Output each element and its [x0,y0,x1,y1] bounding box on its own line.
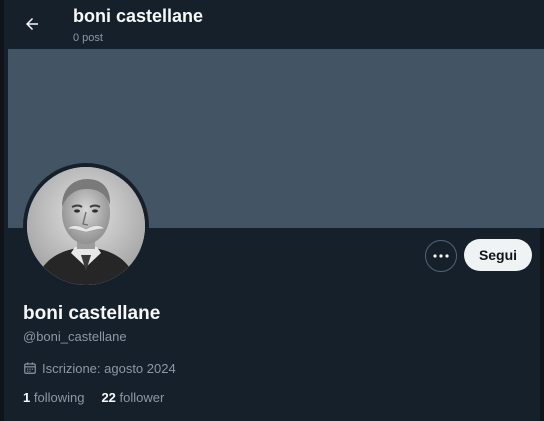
follow-stats: 1 following 22 follower [23,390,164,405]
following-count: 1 [23,390,31,405]
profile-handle: @boni_castellane [23,329,127,344]
more-options-button[interactable] [425,240,457,272]
page-title: boni castellane [73,6,204,26]
join-date-text: Iscrizione: agosto 2024 [42,360,176,376]
more-dots-icon [433,254,449,258]
following-link[interactable]: 1 following [23,390,84,405]
post-count: 0 post [73,32,103,44]
profile-photo [27,167,145,285]
calendar-icon [24,362,36,374]
back-button[interactable] [18,10,46,38]
followers-link[interactable]: 22 follower [101,390,164,405]
follow-button[interactable]: Segui [464,239,532,271]
avatar[interactable] [23,163,149,289]
arrow-left-icon [26,18,38,30]
app-frame: boni castellane 0 post Segui boni castel… [0,0,544,421]
join-date: Iscrizione: agosto 2024 [23,360,176,376]
following-label: following [33,390,85,405]
profile-display-name: boni castellane [23,303,161,324]
followers-count: 22 [101,390,116,405]
followers-label: follower [119,390,165,405]
top-bar: boni castellane 0 post [4,0,544,49]
